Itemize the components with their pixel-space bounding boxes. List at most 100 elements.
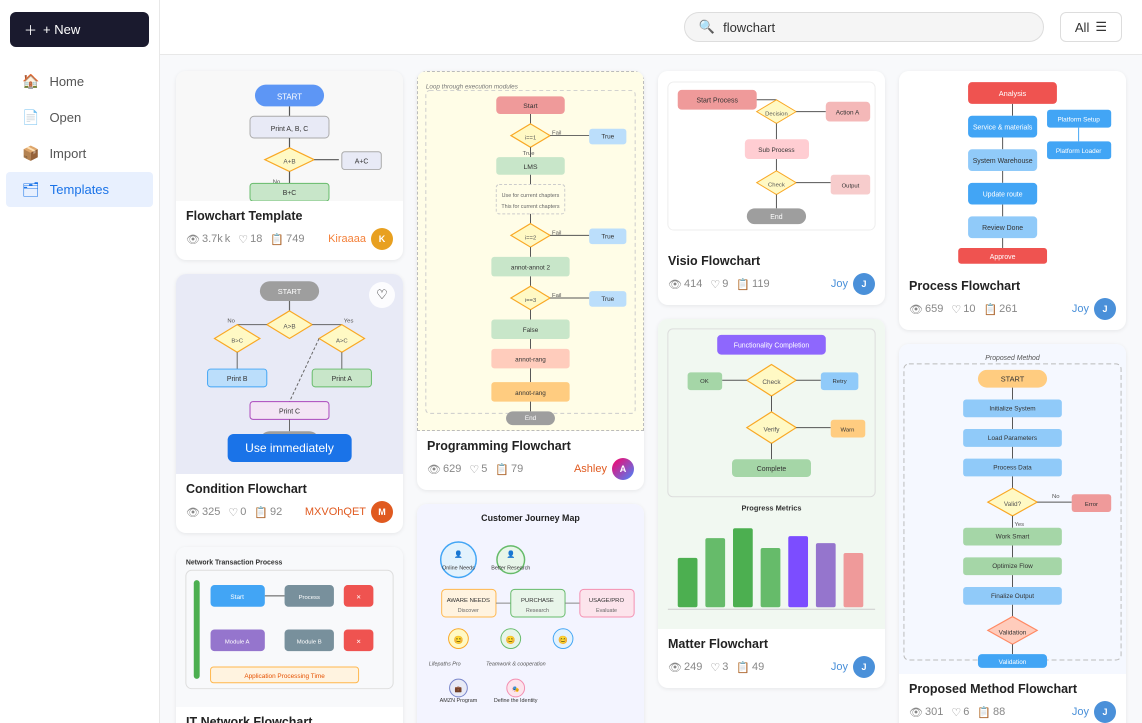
home-icon: 🏠 [22,73,39,90]
svg-text:OK: OK [700,379,709,385]
svg-text:Evaluate: Evaluate [596,608,617,614]
avatar: A [612,458,634,480]
open-icon: 📄 [22,109,39,126]
svg-text:✕: ✕ [356,595,361,601]
svg-text:End: End [770,214,782,221]
svg-text:Module B: Module B [297,639,322,645]
svg-text:No: No [227,319,235,325]
card-condition-flowchart[interactable]: START A>B No Yes A>C B>C Print A [176,274,403,533]
card-method-flowchart[interactable]: Proposed Method START Initialize System … [899,344,1126,723]
svg-text:No: No [1052,494,1060,500]
svg-text:End: End [525,415,537,422]
svg-text:Initialize System: Initialize System [989,405,1035,412]
svg-text:Process Data: Process Data [993,465,1032,472]
svg-text:Validation: Validation [999,629,1027,636]
svg-text:System Warehouse: System Warehouse [973,158,1033,165]
card-meta: 👁 301 ♡ 6 📋 88 Joy J [909,701,1116,723]
card-matter-flowchart[interactable]: Functionality Completion Check OK Retry [658,319,885,688]
svg-text:Yes: Yes [344,319,354,325]
sidebar-item-templates-label: Templates [50,182,109,197]
svg-text:Customer Journey Map: Customer Journey Map [481,513,580,523]
svg-text:Module A: Module A [225,639,250,645]
card-title: Flowchart Template [186,209,393,223]
template-grid: START Print A, B, C A+B Yes A+C No B+C [160,55,1142,723]
svg-text:💼: 💼 [455,686,463,693]
avatar: K [371,228,393,250]
top-bar: 🔍 All ☰ [160,0,1142,55]
templates-icon: 🗂 [22,181,40,198]
svg-text:This for current chapters: This for current chapters [501,204,560,210]
avatar: J [853,273,875,295]
svg-text:Research: Research [526,608,549,614]
new-button[interactable]: ＋ + New [10,12,149,47]
heart-button[interactable]: ♡ [369,282,395,308]
card-info: Flowchart Template 👁 3.7kk ♡ 18 📋 749 Ki… [176,201,403,260]
sidebar-nav: 🏠 Home 📄 Open 📦 Import 🗂 Templates [0,63,159,208]
svg-text:A>B: A>B [283,324,295,331]
search-box[interactable]: 🔍 [684,12,1044,42]
svg-text:True: True [601,134,614,141]
svg-text:AMZN Program: AMZN Program [440,698,478,704]
plus-icon: ＋ [24,20,37,39]
svg-text:Use for current chapters: Use for current chapters [502,193,560,199]
card-visio-flowchart[interactable]: Start Process Decision Action A Sub Proc… [658,71,885,305]
svg-text:True: True [523,151,535,157]
svg-text:Start Process: Start Process [697,98,739,105]
svg-text:A+C: A+C [355,159,369,166]
card-info: Programming Flowchart 👁 629 ♡ 5 📋 79 Ash… [417,431,644,490]
svg-text:Load Parameters: Load Parameters [988,435,1037,442]
sidebar-item-import[interactable]: 📦 Import [6,136,153,171]
card-info: Condition Flowchart 👁 325 ♡ 0 📋 92 MXVOh… [176,474,403,533]
svg-text:Define the Identity: Define the Identity [494,698,538,704]
card-title: Process Flowchart [909,279,1116,293]
use-immediately-button[interactable]: Use immediately [227,434,352,462]
svg-text:✕: ✕ [356,639,361,645]
filter-all-button[interactable]: All ☰ [1060,12,1122,42]
svg-text:Sub Process: Sub Process [758,147,794,154]
author-name: Joy [1072,706,1089,718]
new-label: + New [43,22,80,37]
svg-text:Progress Metrics: Progress Metrics [742,504,802,513]
sidebar-item-home[interactable]: 🏠 Home [6,64,153,99]
card-title: Visio Flowchart [668,254,875,268]
svg-text:Discover: Discover [458,608,479,614]
avatar: J [1094,701,1116,723]
svg-text:Valid?: Valid? [1004,501,1022,508]
search-input[interactable] [723,20,1029,35]
card-flowchart-template[interactable]: START Print A, B, C A+B Yes A+C No B+C [176,71,403,260]
card-customer-journey[interactable]: Customer Journey Map 👤 Online Needs 👤 Be… [417,504,644,723]
svg-text:Finalize Output: Finalize Output [991,593,1034,600]
svg-text:USAGE/PRO: USAGE/PRO [589,598,625,604]
card-meta: 👁 659 ♡ 10 📋 261 Joy J [909,298,1116,320]
sidebar: ＋ + New 🏠 Home 📄 Open 📦 Import 🗂 Templat… [0,0,160,723]
avatar: M [371,501,393,523]
author-name: Joy [831,661,848,673]
svg-text:Start: Start [230,594,244,601]
svg-text:annot-rang: annot-rang [515,357,546,364]
card-title: Matter Flowchart [668,637,875,651]
svg-text:Platform Loader: Platform Loader [1056,148,1102,155]
card-title: Proposed Method Flowchart [909,682,1116,696]
svg-text:LMS: LMS [523,164,537,171]
svg-text:START: START [277,92,302,101]
sidebar-item-home-label: Home [49,74,84,89]
svg-text:Work Smart: Work Smart [996,534,1030,541]
svg-text:annot-rang: annot-rang [515,390,546,397]
author-name: MXVOhQET [305,506,366,518]
avatar: J [853,656,875,678]
svg-text:Functionality Completion: Functionality Completion [734,343,810,350]
import-icon: 📦 [22,145,39,162]
sidebar-item-templates[interactable]: 🗂 Templates [6,172,153,207]
svg-text:Verify: Verify [763,427,780,434]
card-title: Programming Flowchart [427,439,634,453]
search-icon: 🔍 [699,19,715,35]
sidebar-item-open-label: Open [49,110,81,125]
svg-text:Print A: Print A [332,376,353,383]
card-info: Proposed Method Flowchart 👁 301 ♡ 6 📋 88… [899,674,1126,723]
svg-text:Update route: Update route [983,192,1023,199]
card-programming-flowchart[interactable]: Loop through execution modules Start i==… [417,71,644,490]
card-process-flowchart[interactable]: Analysis Platform Setup Platform Loader … [899,71,1126,330]
svg-text:🎭: 🎭 [512,686,520,693]
card-it-network[interactable]: Network Transaction Process Start Proces… [176,547,403,723]
sidebar-item-open[interactable]: 📄 Open [6,100,153,135]
